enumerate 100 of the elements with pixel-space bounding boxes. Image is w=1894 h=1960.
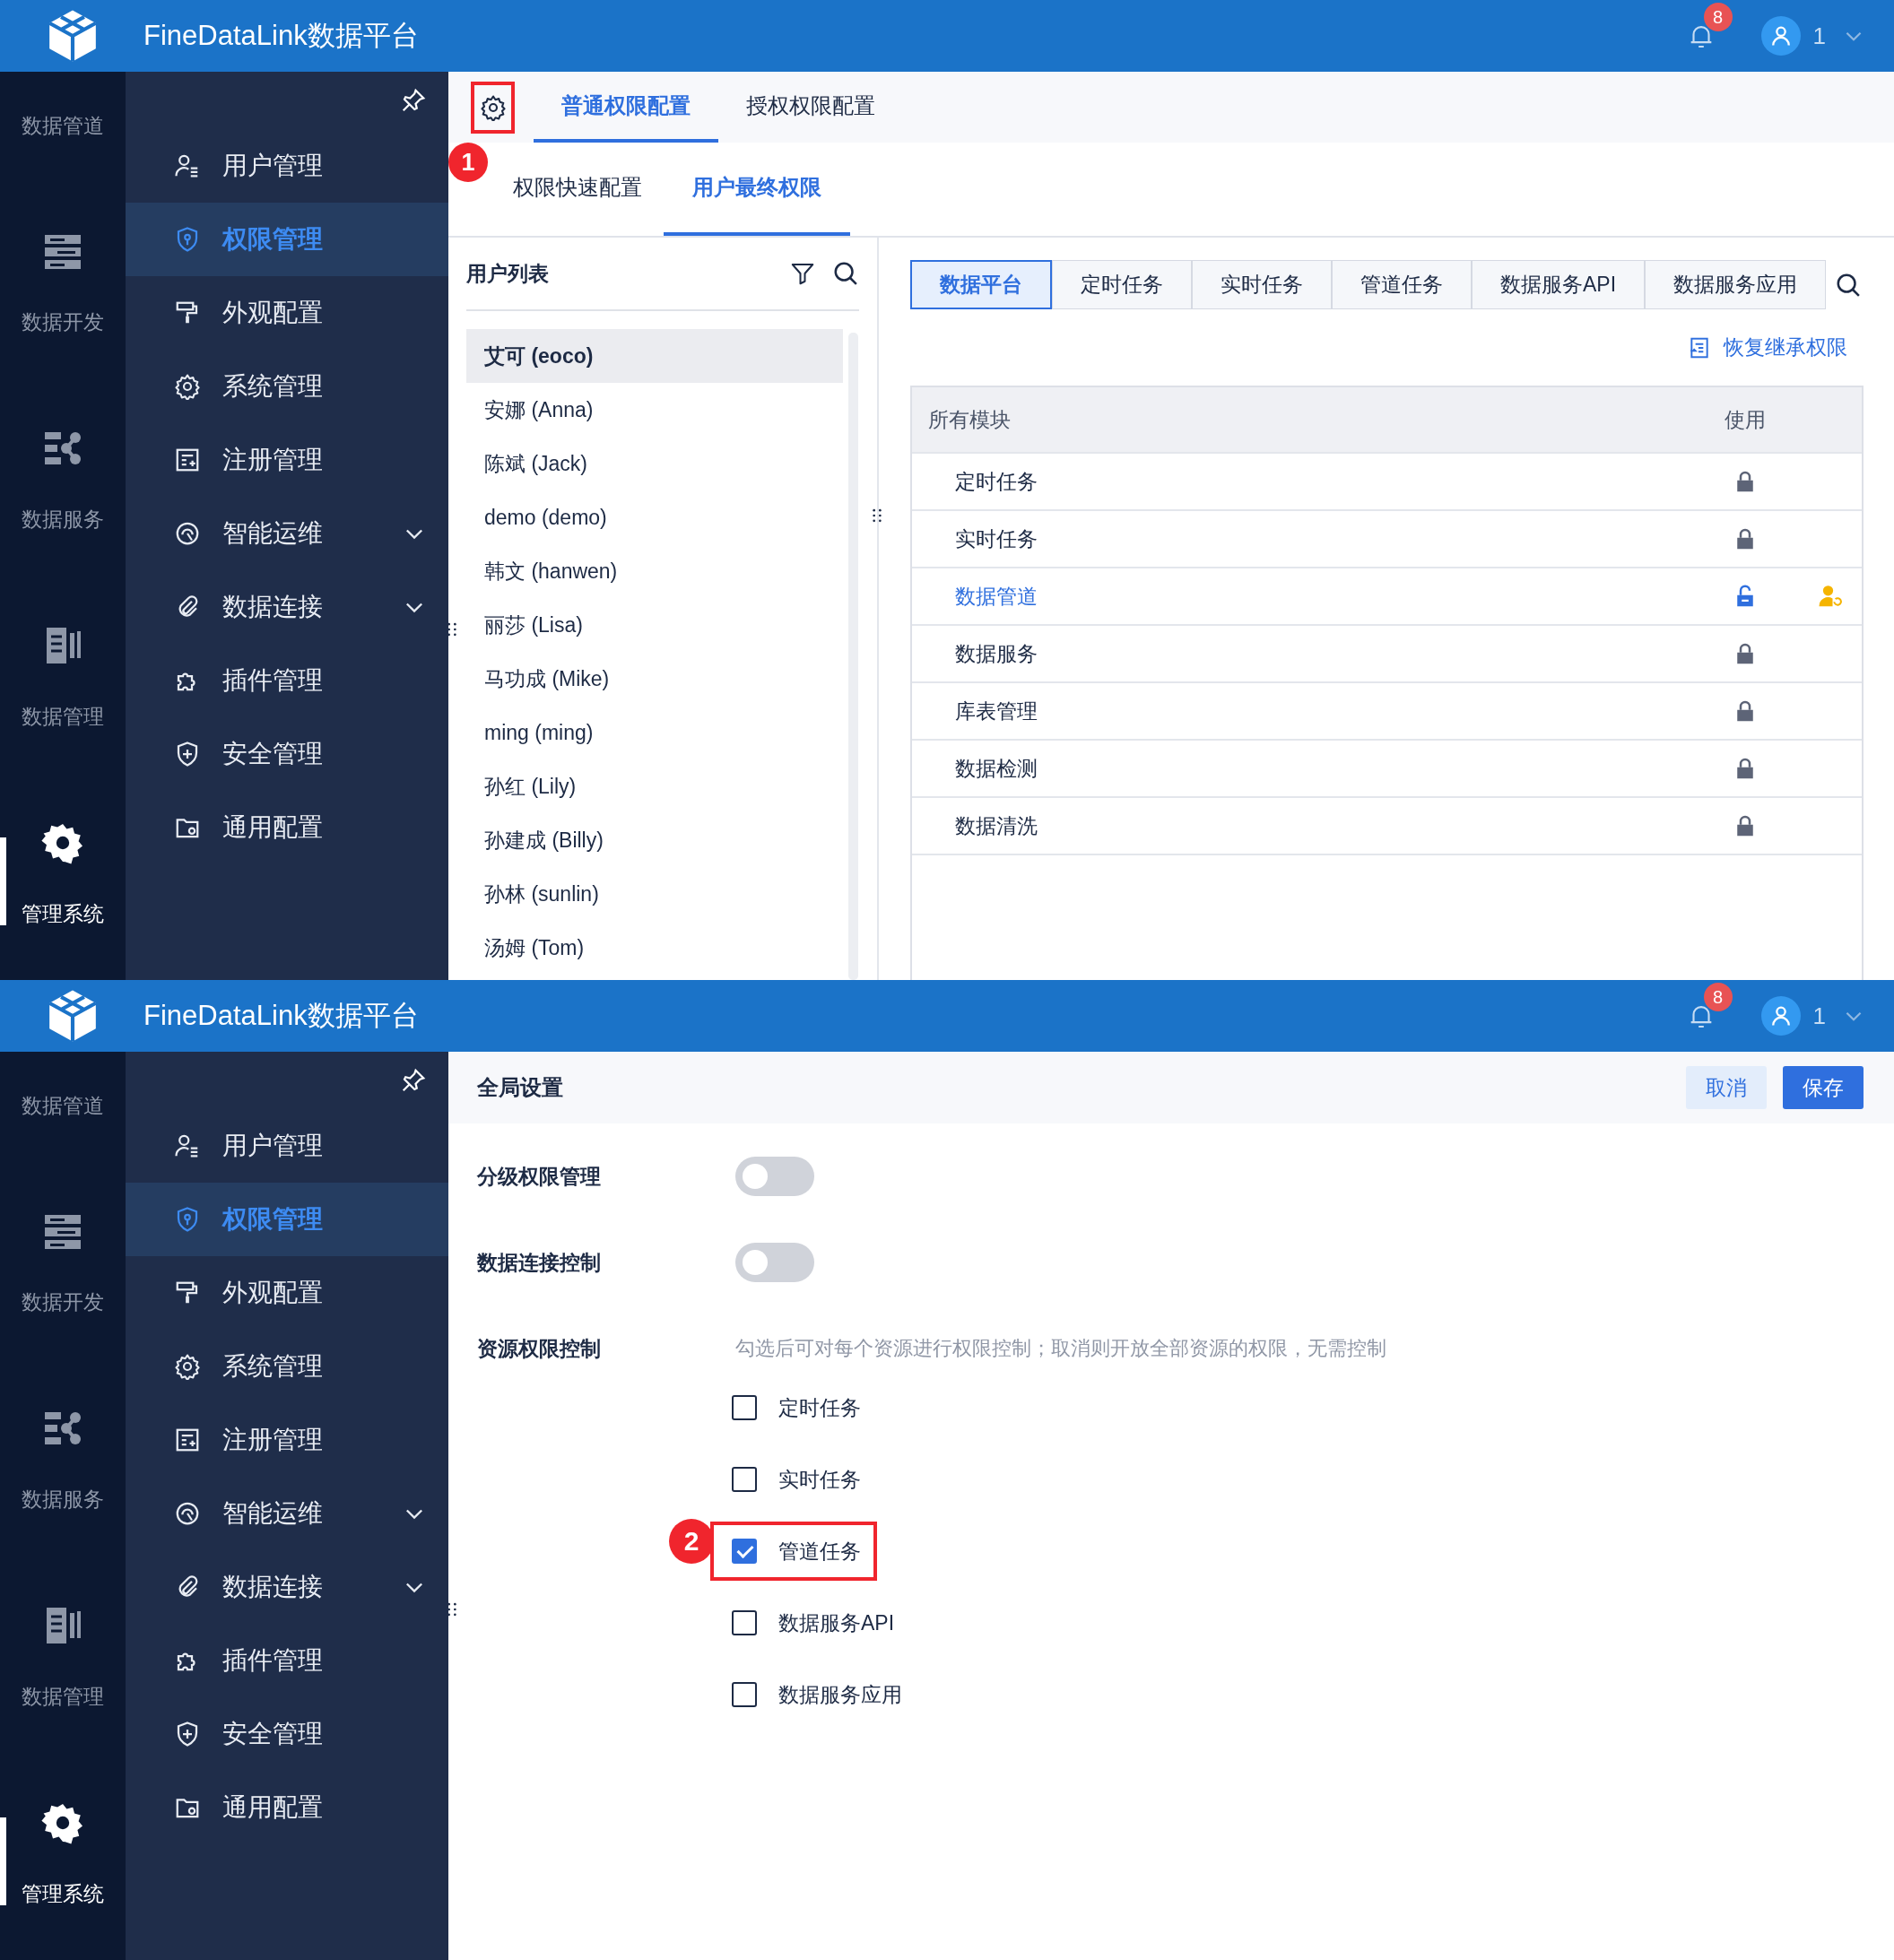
user-item[interactable]: 丽莎 (Lisa) [466, 598, 843, 652]
tab[interactable]: 授权权限配置 [718, 72, 903, 143]
rail-item[interactable]: 数据开发 [0, 170, 126, 368]
user-item[interactable]: demo (demo) [466, 490, 843, 544]
form-icon [174, 1427, 201, 1453]
user-name: 1 [1812, 22, 1826, 50]
tab[interactable]: 实时任务 [1192, 260, 1332, 309]
nav-item[interactable]: 安全管理 [126, 717, 448, 791]
user-item[interactable]: 汤姆 (Tom) [466, 921, 843, 975]
nav-item[interactable]: 用户管理 [126, 1109, 448, 1183]
toggle-switch[interactable] [735, 1157, 814, 1196]
rail-item[interactable]: 数据服务 [0, 368, 126, 565]
nav-item[interactable]: 插件管理 [126, 644, 448, 717]
rail-item[interactable]: 数据管理 [0, 1545, 126, 1742]
rail-item[interactable]: 管理系统 [0, 762, 126, 959]
tab[interactable]: 管道任务 [1332, 260, 1472, 309]
user-item[interactable]: 安娜 (Anna) [466, 383, 843, 437]
hint-text: 勾选后可对每个资源进行权限控制；取消则开放全部资源的权限，无需控制 [735, 1336, 1386, 1361]
nav-item[interactable]: 数据连接 [126, 570, 448, 644]
nav-item[interactable]: 系统管理 [126, 1330, 448, 1403]
save-button[interactable]: 保存 [1783, 1066, 1864, 1109]
rail-label: 数据管理 [22, 1684, 104, 1710]
nav-item[interactable]: 注册管理 [126, 423, 448, 497]
user-avatar[interactable] [1760, 996, 1801, 1036]
scrollbar[interactable] [848, 333, 858, 980]
rail-label: 管理系统 [22, 1881, 104, 1907]
rail-item[interactable]: 数据管道 [0, 1052, 126, 1150]
checkbox[interactable] [732, 1539, 757, 1564]
settings-button[interactable] [471, 81, 515, 134]
rail-item[interactable]: 管理系统 [0, 1742, 126, 1939]
restore-link[interactable]: 恢复继承权限 [1688, 334, 1847, 361]
table-cell-text: 定时任务 [954, 468, 1038, 495]
rail-item[interactable]: 数据管道 [0, 72, 126, 170]
rail-item[interactable]: 数据管理 [0, 565, 126, 762]
user-item[interactable]: 孙建成 (Billy) [466, 813, 843, 867]
checkbox[interactable] [732, 1682, 757, 1707]
nav-item[interactable]: 通用配置 [126, 1771, 448, 1844]
gauge-icon [174, 520, 201, 547]
rail-item[interactable]: 数据服务 [0, 1348, 126, 1545]
checkbox[interactable] [732, 1610, 757, 1635]
rail-label: 数据管理 [22, 704, 104, 730]
pin-icon[interactable] [400, 87, 427, 114]
form-icon [174, 447, 201, 473]
checkbox-option[interactable]: 数据服务应用 [732, 1680, 902, 1709]
checkbox-option[interactable]: 定时任务 [732, 1393, 861, 1422]
tab[interactable]: 定时任务 [1052, 260, 1192, 309]
checkbox-option[interactable]: 管道任务 [732, 1537, 861, 1565]
setting-label: 数据连接控制 [477, 1249, 602, 1276]
column-header: 所有模块 [927, 406, 1012, 433]
cancel-button[interactable]: 取消 [1686, 1066, 1767, 1109]
nav-item[interactable]: 智能运维 [126, 1477, 448, 1550]
user-item[interactable]: 陈斌 (Jack) [466, 437, 843, 490]
nav-item[interactable]: 安全管理 [126, 1697, 448, 1771]
tab[interactable]: 普通权限配置 [534, 72, 718, 143]
nav-item[interactable]: 通用配置 [126, 791, 448, 864]
user-avatar[interactable] [1760, 16, 1801, 56]
document-icon [1688, 335, 1711, 360]
rail-label: 数据开发 [22, 1289, 104, 1315]
table-cell-text: 数据服务 [954, 640, 1038, 667]
search-icon[interactable] [832, 260, 859, 287]
nav-item[interactable]: 智能运维 [126, 497, 448, 570]
app-title: FineDataLink数据平台 [143, 19, 419, 53]
tab[interactable]: 数据平台 [910, 260, 1052, 309]
user-item[interactable]: 韩文 (hanwen) [466, 544, 843, 598]
rail-label: 数据管道 [22, 1093, 104, 1119]
rail-label: 数据管道 [22, 113, 104, 139]
nav-item[interactable]: 注册管理 [126, 1403, 448, 1477]
user-item[interactable]: ming (ming) [466, 706, 843, 759]
checkbox-option[interactable]: 数据服务API [732, 1609, 895, 1637]
gauge-icon [174, 1500, 201, 1527]
tab[interactable]: 数据服务API [1472, 260, 1646, 309]
nav-item[interactable]: 外观配置 [126, 1256, 448, 1330]
rail-item[interactable]: 数据开发 [0, 1150, 126, 1348]
settings-icon [41, 821, 84, 864]
table-cell-text: 数据检测 [954, 755, 1038, 782]
rail-label: 管理系统 [22, 901, 104, 927]
checkbox[interactable] [732, 1395, 757, 1420]
settings-icon [479, 93, 507, 121]
nav-item[interactable]: 插件管理 [126, 1624, 448, 1697]
tab[interactable]: 用户最终权限 [664, 143, 850, 236]
toggle-switch[interactable] [735, 1243, 814, 1282]
nav-item[interactable]: 数据连接 [126, 1550, 448, 1624]
table-cell-text: 数据清洗 [954, 812, 1038, 839]
nav-item[interactable]: 外观配置 [126, 276, 448, 350]
checkbox-option[interactable]: 实时任务 [732, 1465, 861, 1494]
checkbox[interactable] [732, 1467, 757, 1492]
user-item[interactable]: 艾可 (eoco) [466, 329, 843, 383]
rail-label: 数据服务 [22, 1487, 104, 1513]
setting-label: 资源权限控制 [477, 1335, 602, 1362]
user-item[interactable]: 孙红 (Lily) [466, 759, 843, 813]
settings-icon [41, 1801, 84, 1844]
user-item[interactable]: 马功成 (Mike) [466, 652, 843, 706]
nav-item[interactable]: 系统管理 [126, 350, 448, 423]
tab[interactable]: 数据服务应用 [1645, 260, 1827, 309]
nav-item[interactable]: 用户管理 [126, 129, 448, 203]
pin-icon[interactable] [400, 1067, 427, 1094]
tab[interactable]: 权限快速配置 [491, 143, 664, 236]
user-item[interactable]: 孙林 (sunlin) [466, 867, 843, 921]
notification-count: 8 [1703, 983, 1733, 1011]
table-cell-text: 实时任务 [954, 525, 1038, 552]
